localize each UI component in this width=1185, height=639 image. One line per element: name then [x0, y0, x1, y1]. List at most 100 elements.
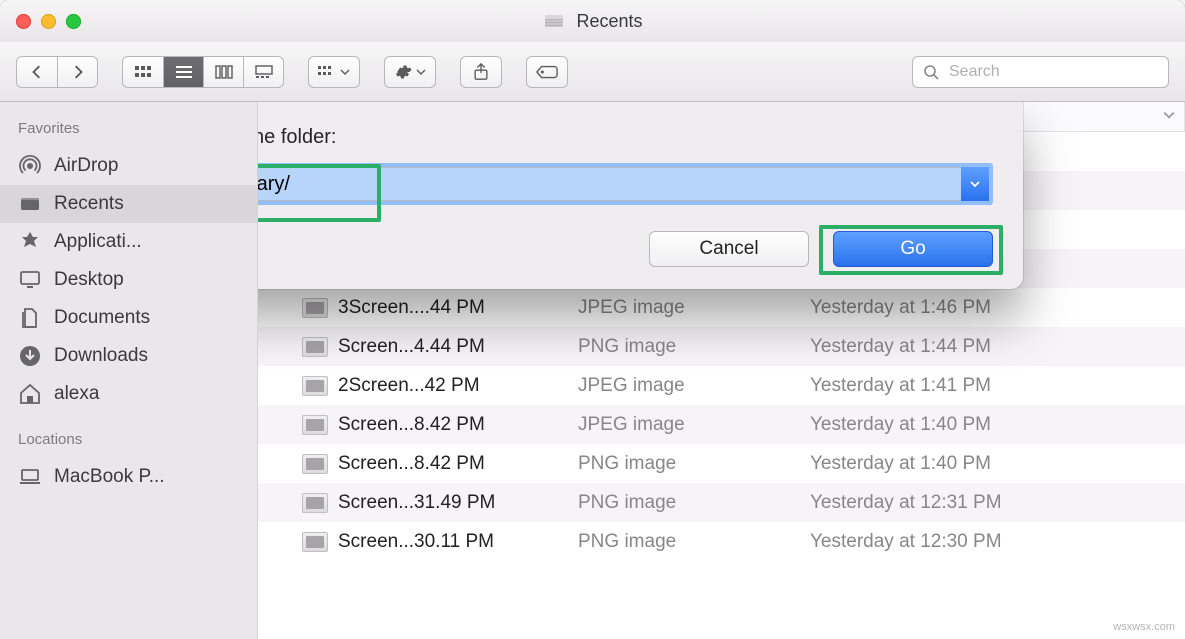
table-row[interactable]: 2Screen...42 PM JPEG imageYesterday at 1:… [258, 366, 1185, 405]
file-name-cell: 2Screen...42 PM [258, 375, 578, 397]
share-button[interactable] [460, 56, 502, 88]
file-name-label: Screen...31.49 PM [338, 492, 495, 514]
go-button[interactable]: Go [833, 231, 993, 267]
file-kind-cell: PNG image [578, 492, 810, 514]
sidebar-item-label: Applicati... [54, 231, 142, 253]
table-row[interactable]: Screen...4.44 PMPNG imageYesterday at 1:… [258, 327, 1185, 366]
file-name-label: Screen...4.44 PM [338, 336, 485, 358]
sidebar-item-label: alexa [54, 383, 99, 405]
file-kind-cell: PNG image [578, 453, 810, 475]
sidebar-item-home[interactable]: alexa [0, 375, 257, 413]
search-input[interactable] [947, 62, 1158, 82]
file-name-cell: Screen...30.11 PM [258, 531, 578, 553]
finder-window: Recents [0, 0, 1185, 639]
sidebar-item-desktop[interactable]: Desktop [0, 261, 257, 299]
chevron-down-icon [1162, 108, 1176, 122]
folder-proxy-icon [542, 9, 566, 33]
window-controls [16, 14, 81, 29]
sidebar: Favorites AirDrop Recents Applicati... D… [0, 102, 258, 639]
documents-icon [18, 306, 42, 330]
sidebar-item-airdrop[interactable]: AirDrop [0, 147, 257, 185]
gallery-view-button[interactable] [243, 57, 283, 87]
zoom-window-button[interactable] [66, 14, 81, 29]
cancel-button[interactable]: Cancel [649, 231, 809, 267]
recents-icon [18, 192, 42, 216]
column-view-button[interactable] [203, 57, 243, 87]
laptop-icon [18, 465, 42, 489]
close-window-button[interactable] [16, 14, 31, 29]
file-thumbnail-icon [302, 298, 328, 318]
path-combo [258, 163, 993, 205]
share-inner[interactable] [461, 57, 501, 87]
file-date-cell: Yesterday at 1:46 PM [810, 297, 1185, 319]
icon-view-button[interactable] [123, 57, 163, 87]
downloads-icon [18, 344, 42, 368]
file-name-label: Screen...8.42 PM [338, 453, 485, 475]
back-button[interactable] [17, 57, 57, 87]
sidebar-item-applications[interactable]: Applicati... [0, 223, 257, 261]
file-date-cell: Yesterday at 1:40 PM [810, 453, 1185, 475]
table-row[interactable]: 3Screen....44 PM JPEG imageYesterday at 1… [258, 288, 1185, 327]
tags-button[interactable] [526, 56, 568, 88]
file-name-cell: Screen...31.49 PM [258, 492, 578, 514]
go-to-folder-sheet: Go to the folder: Cancel Go [258, 102, 1023, 289]
search-icon [923, 64, 939, 80]
table-row[interactable]: Screen...8.42 PM PNG imageYesterday at 1:… [258, 444, 1185, 483]
window-title: Recents [576, 11, 642, 32]
table-row[interactable]: Screen...31.49 PM PNG imageYesterday at 1… [258, 483, 1185, 522]
file-name-cell: Screen...8.42 PM [258, 414, 578, 436]
sheet-buttons: Cancel Go [258, 231, 993, 267]
file-date-cell: Yesterday at 1:40 PM [810, 414, 1185, 436]
watermark: wsxwsx.com [1113, 621, 1175, 633]
file-kind-cell: JPEG image [578, 414, 810, 436]
file-kind-cell: PNG image [578, 336, 810, 358]
file-kind-cell: JPEG image [578, 297, 810, 319]
file-name-label: 3Screen....44 PM [338, 297, 485, 319]
file-date-cell: Yesterday at 12:31 PM [810, 492, 1185, 514]
sidebar-item-label: MacBook P... [54, 466, 165, 488]
file-date-cell: Yesterday at 12:30 PM [810, 531, 1185, 553]
path-history-button[interactable] [961, 167, 989, 201]
file-thumbnail-icon [302, 376, 328, 396]
group-by-inner[interactable] [309, 57, 359, 87]
minimize-window-button[interactable] [41, 14, 56, 29]
table-row[interactable]: Screen...30.11 PM PNG imageYesterday at 1… [258, 522, 1185, 561]
group-by-button[interactable] [308, 56, 360, 88]
applications-icon [18, 230, 42, 254]
sidebar-item-macbook[interactable]: MacBook P... [0, 458, 257, 496]
file-name-label: Screen...8.42 PM [338, 414, 485, 436]
view-mode-segmented [122, 56, 284, 88]
file-name-label: 2Screen...42 PM [338, 375, 480, 397]
sidebar-item-recents[interactable]: Recents [0, 185, 257, 223]
content-area: PMPMPMScreen...47.26 PMPNG imageYesterda… [258, 102, 1185, 639]
file-name-cell: Screen...4.44 PM [258, 336, 578, 358]
forward-button[interactable] [57, 57, 97, 87]
toolbar [0, 42, 1185, 102]
sidebar-section-favorites: Favorites [0, 116, 257, 147]
file-kind-cell: PNG image [578, 531, 810, 553]
path-input[interactable] [258, 167, 961, 201]
file-date-cell: Yesterday at 1:41 PM [810, 375, 1185, 397]
file-name-cell: 3Screen....44 PM [258, 297, 578, 319]
sidebar-item-label: Downloads [54, 345, 148, 367]
table-row[interactable]: Screen...8.42 PM JPEG imageYesterday at 1… [258, 405, 1185, 444]
file-thumbnail-icon [302, 532, 328, 552]
action-menu-inner[interactable] [385, 57, 435, 87]
file-thumbnail-icon [302, 493, 328, 513]
sidebar-item-downloads[interactable]: Downloads [0, 337, 257, 375]
list-view-button[interactable] [163, 57, 203, 87]
file-name-label: Screen...30.11 PM [338, 531, 494, 553]
airdrop-icon [18, 154, 42, 178]
home-icon [18, 382, 42, 406]
title-wrap: Recents [542, 9, 642, 33]
file-thumbnail-icon [302, 454, 328, 474]
action-menu-button[interactable] [384, 56, 436, 88]
sheet-label: Go to the folder: [258, 126, 993, 149]
tags-inner[interactable] [527, 57, 567, 87]
sidebar-item-label: Desktop [54, 269, 124, 291]
sidebar-item-documents[interactable]: Documents [0, 299, 257, 337]
desktop-icon [18, 268, 42, 292]
search-field[interactable] [912, 56, 1169, 88]
file-kind-cell: JPEG image [578, 375, 810, 397]
nav-buttons [16, 56, 98, 88]
